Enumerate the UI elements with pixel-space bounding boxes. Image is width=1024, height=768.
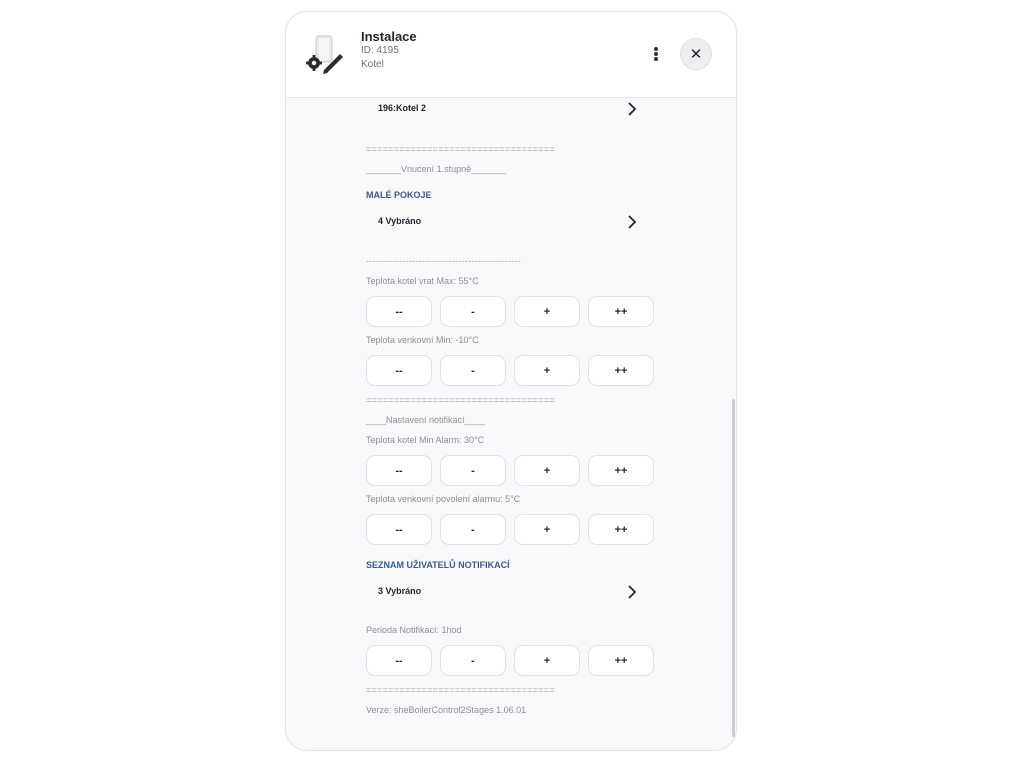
chevron-right-icon [628,585,637,599]
increase-button[interactable]: + [514,645,580,676]
teplota-venkovni-min-label: Teplota venkovní Min: -10°C [366,335,479,345]
male-pokoje-title: MALÉ POKOJE [366,190,432,200]
chevron-right-icon [628,102,637,116]
decrease-big-button[interactable]: -- [366,514,432,545]
decrease-button[interactable]: - [440,455,506,486]
perioda-notifikaci-label: Perioda Notifikací: 1hod [366,625,462,635]
seznam-uzivatelu-value: 3 Vybráno [378,586,422,596]
stepper-venkovni-alarm: -- - + ++ [366,514,656,546]
separator: ================================== [366,685,555,695]
increase-big-button[interactable]: ++ [588,355,654,386]
decrease-big-button[interactable]: -- [366,355,432,386]
section-label-notifikace: ____Nastavení notifikací____ [366,415,485,425]
decrease-button[interactable]: - [440,296,506,327]
seznam-uzivatelu-title: SEZNAM UŽIVATELŮ NOTIFIKACÍ [366,560,510,570]
chevron-right-icon [628,215,637,229]
installation-dialog: Instalace ID: 4195 Kotel ✕ 196:Kotel 2 =… [285,11,737,751]
decrease-big-button[interactable]: -- [366,455,432,486]
increase-button[interactable]: + [514,355,580,386]
stepper-kotel-alarm: -- - + ++ [366,455,656,487]
kotel-select[interactable]: 196:Kotel 2 [366,97,641,121]
increase-big-button[interactable]: ++ [588,514,654,545]
close-icon: ✕ [689,46,703,63]
scrollbar[interactable] [732,399,735,737]
increase-big-button[interactable]: ++ [588,645,654,676]
male-pokoje-value: 4 Vybráno [378,216,422,226]
kotel-select-value: 196:Kotel 2 [378,103,427,113]
boiler-settings-icon [306,35,343,74]
stepper-venkovni-min: -- - + ++ [366,355,656,387]
device-id: ID: 4195 [361,45,399,56]
increase-button[interactable]: + [514,514,580,545]
decrease-button[interactable]: - [440,514,506,545]
decrease-big-button[interactable]: -- [366,296,432,327]
separator: ================================== [366,395,555,405]
stepper-kotel-vrat: -- - + ++ [366,296,656,328]
section-label-vnuceni: _______Vnucení 1.stupně_______ [366,164,507,174]
increase-button[interactable]: + [514,296,580,327]
seznam-uzivatelu-select[interactable]: 3 Vybráno [366,580,641,604]
teplota-kotel-vrat-label: Teplota kotel vrat Max: 55°C [366,276,479,286]
teplota-venkovni-alarm-label: Teplota venkovní povolení alarmu: 5°C [366,494,521,504]
kebab-menu-icon[interactable] [644,42,668,66]
teplota-kotel-alarm-label: Teplota kotel Min Alarm: 30°C [366,435,485,445]
increase-button[interactable]: + [514,455,580,486]
separator: ================================== [366,144,555,154]
increase-big-button[interactable]: ++ [588,296,654,327]
male-pokoje-select[interactable]: 4 Vybráno [366,210,641,234]
stepper-perioda: -- - + ++ [366,645,656,677]
close-button[interactable]: ✕ [680,38,712,70]
decrease-big-button[interactable]: -- [366,645,432,676]
version-label: Verze: sheBoilerControl2Stages 1.06.01 [366,705,527,715]
increase-big-button[interactable]: ++ [588,455,654,486]
decrease-button[interactable]: - [440,645,506,676]
device-type: Kotel [361,59,384,70]
device-title: Instalace [361,29,417,44]
dialog-header: Instalace ID: 4195 Kotel ✕ [286,12,736,98]
separator: ----------------------------------------… [366,256,521,266]
decrease-button[interactable]: - [440,355,506,386]
